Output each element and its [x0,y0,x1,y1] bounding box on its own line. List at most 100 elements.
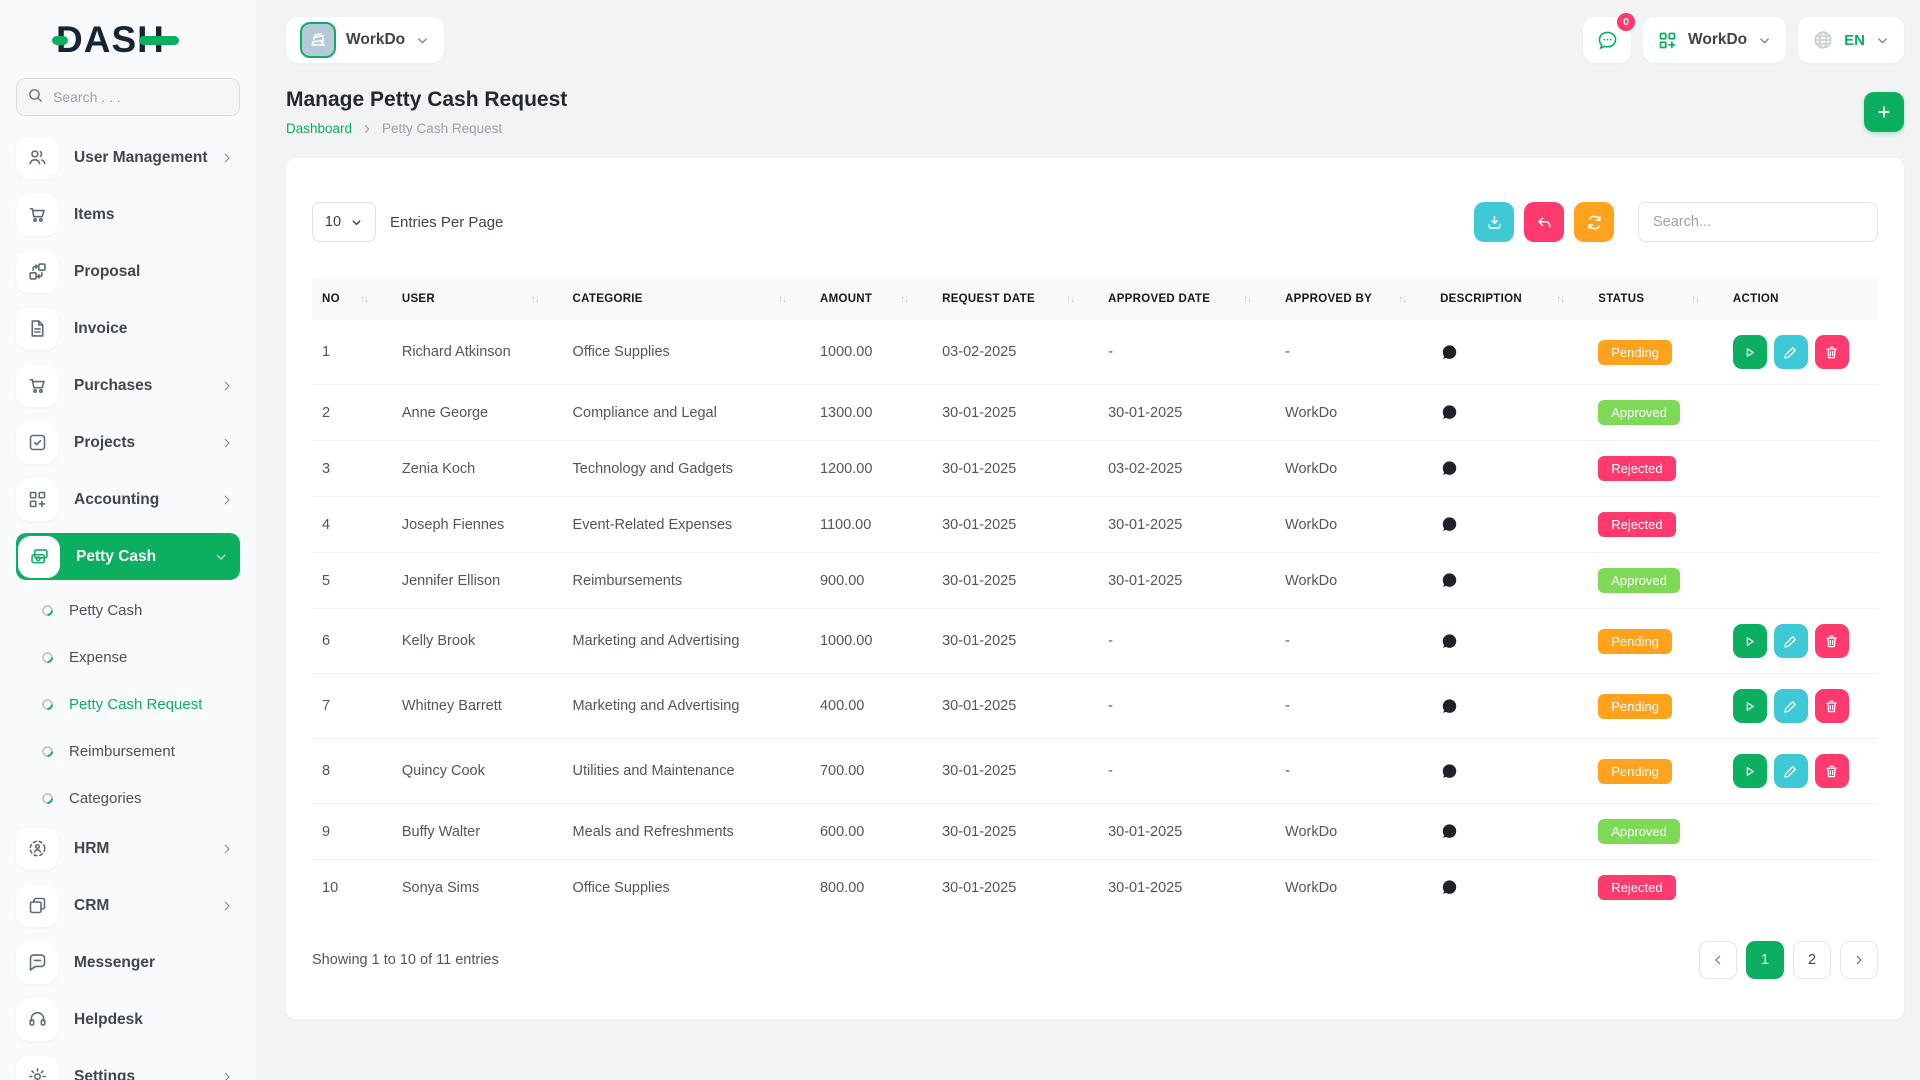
cell-request_date: 30-01-2025 [932,553,1098,609]
breadcrumb-dashboard-link[interactable]: Dashboard [286,121,352,136]
chevron-right-icon [220,1070,234,1080]
cell-categorie: Event-Related Expenses [563,497,810,553]
sidebar-item-user-management[interactable]: User Management [16,134,240,181]
cell-amount: 1000.00 [810,609,932,674]
workspace-avatar [300,22,336,58]
description-comment-button[interactable] [1440,459,1459,478]
cell-amount: 600.00 [810,804,932,860]
cell-no: 5 [312,553,392,609]
description-comment-button[interactable] [1440,762,1459,781]
entries-per-page-select[interactable]: 10 [312,202,376,242]
description-comment-button[interactable] [1440,515,1459,534]
description-comment-button[interactable] [1440,343,1459,362]
messages-button[interactable]: 0 [1583,17,1631,63]
column-header-request_date[interactable]: REQUEST DATE↑↓ [932,278,1098,320]
cell-approved_date: 30-01-2025 [1098,497,1275,553]
sidebar-subitem-petty-cash-request[interactable]: Petty Cash Request [42,684,240,724]
pagination-next-button[interactable] [1840,941,1878,979]
sidebar-item-purchases[interactable]: Purchases [16,362,240,409]
action-edit-button[interactable] [1774,689,1808,723]
status-badge: Rejected [1598,456,1675,481]
cell-approved_by: - [1275,320,1430,385]
sidebar-item-projects[interactable]: Projects [16,419,240,466]
workspace-selector[interactable]: WorkDo [286,17,444,63]
column-header-categorie[interactable]: CATEGORIE↑↓ [563,278,810,320]
column-header-user[interactable]: USER↑↓ [392,278,563,320]
cell-action [1723,497,1878,553]
sidebar-item-label: Invoice [74,320,240,338]
sidebar-item-settings[interactable]: Settings [16,1053,240,1080]
app-switcher[interactable]: WorkDo [1643,17,1786,63]
add-request-button[interactable] [1864,92,1904,132]
column-header-no[interactable]: NO↑↓ [312,278,392,320]
description-comment-button[interactable] [1440,571,1459,590]
sidebar-item-hrm[interactable]: HRM [16,825,240,872]
description-comment-button[interactable] [1440,632,1459,651]
page-header: Manage Petty Cash Request Dashboard Pett… [286,88,1904,136]
action-edit-button[interactable] [1774,754,1808,788]
cell-categorie: Marketing and Advertising [563,674,810,739]
sidebar-item-helpdesk[interactable]: Helpdesk [16,996,240,1043]
cell-amount: 1100.00 [810,497,932,553]
sidebar-item-crm[interactable]: CRM [16,882,240,929]
sidebar-subitem-expense[interactable]: Expense [42,637,240,677]
bullet-icon [40,649,56,665]
action-edit-button[interactable] [1774,335,1808,369]
cell-approved_by: - [1275,609,1430,674]
action-view-button[interactable] [1733,335,1767,369]
cell-description [1430,553,1588,609]
action-edit-button[interactable] [1774,624,1808,658]
column-label: ACTION [1733,293,1779,305]
sidebar-item-petty-cash[interactable]: Petty Cash [16,533,240,580]
table-row: 5Jennifer EllisonReimbursements900.0030-… [312,553,1878,609]
cell-categorie: Office Supplies [563,320,810,385]
description-comment-button[interactable] [1440,822,1459,841]
action-delete-button[interactable] [1815,624,1849,658]
pagination-page-2[interactable]: 2 [1793,941,1831,979]
cell-user: Buffy Walter [392,804,563,860]
topbar: WorkDo 0 WorkDo [286,0,1904,72]
column-header-approved_by[interactable]: APPROVED BY↑↓ [1275,278,1430,320]
app-logo[interactable]: DASH [16,0,240,78]
action-delete-button[interactable] [1815,754,1849,788]
action-view-button[interactable] [1733,689,1767,723]
action-view-button[interactable] [1733,624,1767,658]
cell-request_date: 30-01-2025 [932,441,1098,497]
refresh-button[interactable] [1574,202,1614,242]
reset-button[interactable] [1524,202,1564,242]
sidebar-item-proposal[interactable]: Proposal [16,248,240,295]
action-delete-button[interactable] [1815,689,1849,723]
sidebar-item-label: Settings [74,1068,220,1080]
cell-status: Pending [1588,674,1723,739]
sidebar-item-invoice[interactable]: Invoice [16,305,240,352]
page-title: Manage Petty Cash Request [286,88,567,112]
sidebar-item-items[interactable]: Items [16,191,240,238]
sidebar-item-label: User Management [74,149,220,167]
cell-user: Quincy Cook [392,739,563,804]
cell-amount: 1000.00 [810,320,932,385]
pagination-page-1[interactable]: 1 [1746,941,1784,979]
pagination-prev-button[interactable] [1699,941,1737,979]
column-header-amount[interactable]: AMOUNT↑↓ [810,278,932,320]
sidebar-subitem-reimbursement[interactable]: Reimbursement [42,731,240,771]
action-delete-button[interactable] [1815,335,1849,369]
action-view-button[interactable] [1733,754,1767,788]
sidebar-subitem-categories[interactable]: Categories [42,778,240,818]
column-header-status[interactable]: STATUS↑↓ [1588,278,1723,320]
sidebar-item-accounting[interactable]: Accounting [16,476,240,523]
cell-action [1723,739,1878,804]
description-comment-button[interactable] [1440,403,1459,422]
chevron-down-icon [415,33,430,48]
column-header-description[interactable]: DESCRIPTION↑↓ [1430,278,1588,320]
table-search-input[interactable] [1638,202,1878,242]
cell-approved_by: WorkDo [1275,385,1430,441]
column-header-approved_date[interactable]: APPROVED DATE↑↓ [1098,278,1275,320]
sidebar-search-input[interactable] [16,78,240,116]
sidebar-subitem-petty-cash[interactable]: Petty Cash [42,590,240,630]
messenger-icon [16,942,58,984]
description-comment-button[interactable] [1440,878,1459,897]
export-button[interactable] [1474,202,1514,242]
sidebar-item-messenger[interactable]: Messenger [16,939,240,986]
language-selector[interactable]: EN [1798,17,1904,63]
description-comment-button[interactable] [1440,697,1459,716]
